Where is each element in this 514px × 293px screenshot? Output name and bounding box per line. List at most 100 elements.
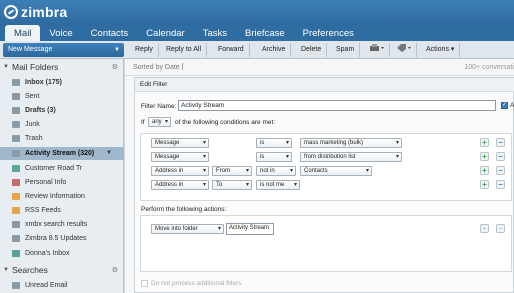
add-action-icon[interactable]: + bbox=[480, 224, 489, 233]
folder-icon bbox=[12, 179, 20, 186]
folder-customer-road[interactable]: Customer Road Tr bbox=[0, 162, 124, 175]
tab-tasks[interactable]: Tasks bbox=[194, 25, 236, 41]
folder-label: Personal Info bbox=[25, 179, 67, 186]
folder-label: xmbx search results bbox=[25, 221, 88, 228]
condition-field-select[interactable]: Address in bbox=[151, 180, 209, 190]
folder-review-information[interactable]: Review Information bbox=[0, 190, 124, 203]
folder-label: Zimbra 8.5 Updates bbox=[25, 235, 87, 242]
filter-name-label: Filter Name: bbox=[141, 103, 177, 110]
action-type-select[interactable]: Move into folder bbox=[151, 224, 224, 234]
sort-bar: Sorted by Date ⌈ 100+ conversati bbox=[125, 59, 514, 76]
folder-inbox[interactable]: Inbox (175) bbox=[0, 76, 124, 89]
folder-label: Inbox (175) bbox=[25, 79, 62, 86]
mail-folders-header[interactable]: ▼ Mail Folders ⚙ bbox=[0, 61, 124, 74]
delete-button[interactable]: Delete bbox=[296, 43, 328, 57]
condition-field-select[interactable]: Message bbox=[151, 152, 209, 162]
folder-label: Junk bbox=[25, 121, 40, 128]
searches-header[interactable]: ▼ Searches ⚙ bbox=[0, 264, 124, 277]
dialog-title: Edit Filter bbox=[135, 78, 514, 92]
folder-search-results[interactable]: xmbx search results bbox=[0, 218, 124, 231]
reply-all-button[interactable]: Reply to All bbox=[161, 43, 208, 57]
remove-condition-icon[interactable]: − bbox=[496, 166, 505, 175]
add-condition-icon[interactable]: + bbox=[480, 138, 489, 147]
zimbra-logo[interactable]: zimbra bbox=[4, 4, 67, 20]
folder-label: Drafts (3) bbox=[25, 107, 56, 114]
remove-condition-icon[interactable]: − bbox=[496, 152, 505, 161]
folder-junk[interactable]: Junk bbox=[0, 118, 124, 131]
spam-button[interactable]: Spam bbox=[331, 43, 361, 57]
folder-activity-stream[interactable]: Activity Stream (320) ▼ bbox=[0, 147, 124, 160]
chevron-down-icon[interactable]: ▼ bbox=[106, 147, 112, 160]
inbox-icon bbox=[12, 79, 20, 86]
tag-button[interactable] bbox=[391, 43, 417, 57]
condition-value-select[interactable]: from distribution list bbox=[300, 152, 402, 162]
tab-briefcase[interactable]: Briefcase bbox=[236, 25, 294, 41]
condition-field-select[interactable]: Address in bbox=[151, 166, 209, 176]
search-icon bbox=[12, 282, 20, 289]
remove-condition-icon[interactable]: − bbox=[496, 180, 505, 189]
tab-calendar[interactable]: Calendar bbox=[137, 25, 194, 41]
logo-text: zimbra bbox=[21, 4, 68, 20]
condition-op-select[interactable]: is not me bbox=[256, 180, 300, 190]
chevron-down-icon[interactable]: ▼ bbox=[114, 43, 120, 57]
filter-name-input[interactable]: Activity Stream bbox=[178, 100, 496, 111]
condition-value-select[interactable]: Contacts bbox=[300, 166, 372, 176]
tab-preferences[interactable]: Preferences bbox=[294, 25, 363, 41]
folder-rss-feeds[interactable]: RSS Feeds bbox=[0, 204, 124, 217]
tab-contacts[interactable]: Contacts bbox=[82, 25, 138, 41]
stop-processing-checkbox[interactable] bbox=[141, 280, 148, 287]
conversation-count: 100+ conversati bbox=[464, 64, 514, 71]
forward-button[interactable]: Forward bbox=[213, 43, 250, 57]
condition-op-select[interactable]: is bbox=[256, 138, 292, 148]
collapse-triangle-icon[interactable]: ▼ bbox=[3, 61, 9, 74]
folder-icon bbox=[12, 165, 20, 172]
condition-sub-select[interactable]: To bbox=[212, 180, 252, 190]
action-folder-button[interactable]: Activity Stream bbox=[226, 223, 274, 235]
condition-op-select[interactable]: is bbox=[256, 152, 292, 162]
rss-icon bbox=[12, 207, 20, 214]
folder-zimbra-updates[interactable]: Zimbra 8.5 Updates bbox=[0, 232, 124, 245]
remove-action-icon[interactable]: − bbox=[496, 224, 505, 233]
condition-sub-select[interactable]: From bbox=[212, 166, 252, 176]
remove-condition-icon[interactable]: − bbox=[496, 138, 505, 147]
gear-icon[interactable]: ⚙ bbox=[112, 61, 118, 74]
add-condition-icon[interactable]: + bbox=[480, 180, 489, 189]
archive-button[interactable]: Archive bbox=[257, 43, 292, 57]
tag-icon bbox=[397, 44, 411, 52]
condition-op-select[interactable]: not in bbox=[256, 166, 296, 176]
condition-field-select[interactable]: Message bbox=[151, 138, 209, 148]
collapse-triangle-icon[interactable]: ▼ bbox=[3, 264, 9, 277]
active-checkbox[interactable] bbox=[501, 101, 508, 109]
search-unread-email[interactable]: Unread Email bbox=[0, 279, 124, 292]
tab-voice[interactable]: Voice bbox=[40, 25, 81, 41]
condition-value-select[interactable]: mass marketing (bulk) bbox=[300, 138, 402, 148]
folder-personal-info[interactable]: Personal Info bbox=[0, 176, 124, 189]
drafts-icon bbox=[12, 107, 20, 114]
gear-icon[interactable]: ⚙ bbox=[112, 264, 118, 277]
new-message-button[interactable]: New Message ▼ bbox=[3, 43, 124, 57]
match-select[interactable]: any bbox=[148, 117, 171, 127]
folder-drafts[interactable]: Drafts (3) bbox=[0, 104, 124, 117]
sort-label[interactable]: Sorted by Date bbox=[133, 64, 180, 71]
edit-filter-dialog: Edit Filter Filter Name: Activity Stream… bbox=[134, 77, 514, 293]
tab-mail[interactable]: Mail bbox=[5, 25, 41, 41]
folder-label: RSS Feeds bbox=[25, 207, 61, 214]
conditions-suffix: of the following conditions are met: bbox=[175, 119, 276, 126]
reply-button[interactable]: Reply bbox=[130, 43, 159, 57]
folder-label: Customer Road Tr bbox=[25, 165, 83, 172]
print-button[interactable] bbox=[364, 43, 390, 57]
folder-trash[interactable]: Trash bbox=[0, 132, 124, 145]
junk-icon bbox=[12, 121, 20, 128]
actions-button[interactable]: Actions ▾ bbox=[421, 43, 461, 57]
actions-label: Perform the following actions: bbox=[141, 206, 227, 213]
folder-sent[interactable]: Sent bbox=[0, 90, 124, 103]
sort-icon[interactable]: ⌈ bbox=[182, 64, 185, 71]
folder-donnas-inbox[interactable]: Donna's Inbox bbox=[0, 247, 124, 260]
add-condition-icon[interactable]: + bbox=[480, 152, 489, 161]
active-label: Ac bbox=[510, 102, 514, 109]
new-message-label: New Message bbox=[8, 46, 53, 53]
sidebar: ▼ Mail Folders ⚙ Inbox (175) Sent Drafts… bbox=[0, 59, 124, 293]
add-condition-icon[interactable]: + bbox=[480, 166, 489, 175]
stop-processing-label: Do not process additional filters bbox=[151, 280, 242, 287]
top-bar: zimbra bbox=[0, 0, 514, 25]
